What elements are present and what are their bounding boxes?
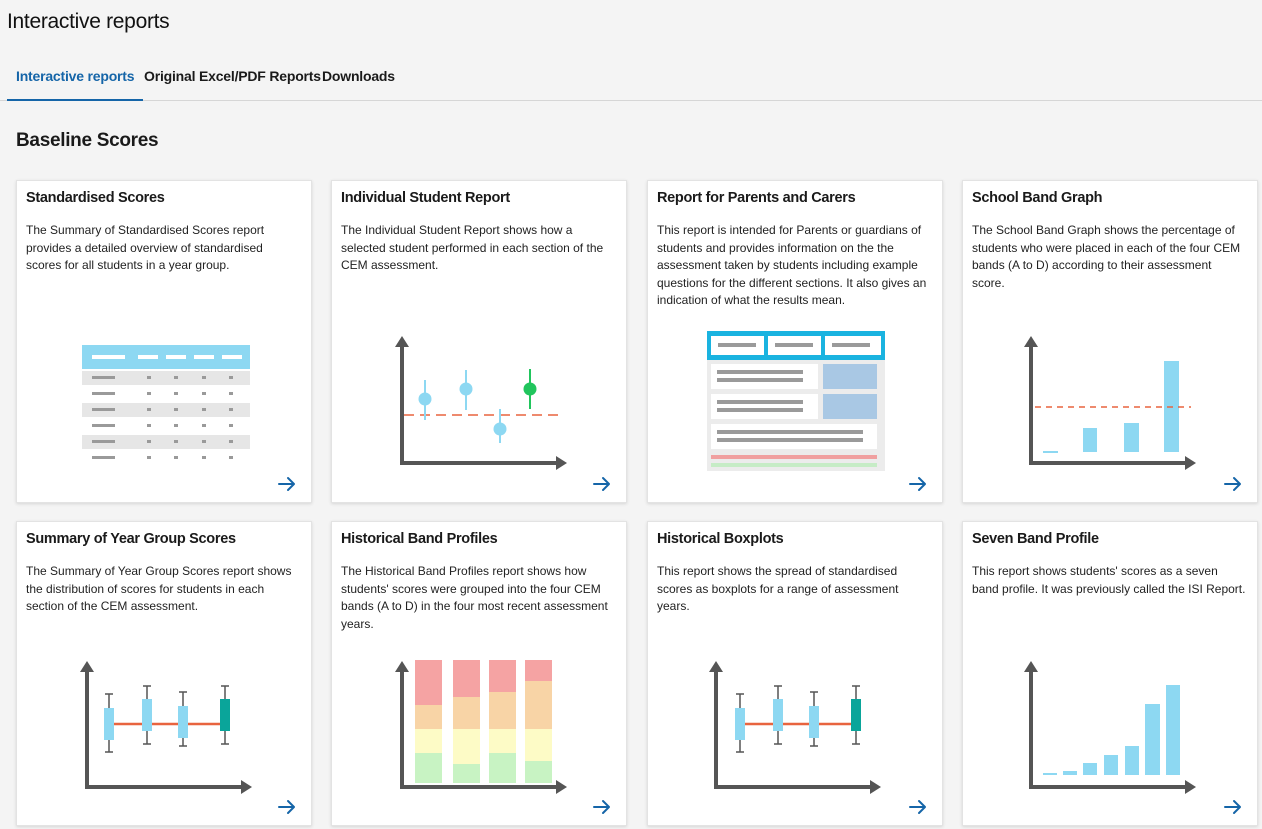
card-title: Historical Boxplots <box>657 531 784 547</box>
card-description: The Individual Student Report shows how … <box>341 223 604 272</box>
boxplot-illustration <box>709 661 881 794</box>
arrow-right-icon[interactable] <box>277 474 297 494</box>
card-title: Seven Band Profile <box>972 531 1099 547</box>
band-bar-illustration <box>1024 336 1196 470</box>
report-card-historical-band-profiles[interactable]: Historical Band Profiles The Historical … <box>331 521 627 826</box>
document-illustration <box>707 331 885 471</box>
report-card-report-for-parents-and-carers[interactable]: Report for Parents and Carers This repor… <box>647 180 943 503</box>
card-title: School Band Graph <box>972 190 1103 206</box>
arrow-right-icon[interactable] <box>277 797 297 817</box>
student-chart-illustration <box>395 336 567 470</box>
card-title: Standardised Scores <box>26 190 165 206</box>
tab-bar: Interactive reports Original Excel/PDF R… <box>0 60 1262 101</box>
tab-downloads[interactable]: Downloads <box>322 60 395 99</box>
report-card-individual-student-report[interactable]: Individual Student Report The Individual… <box>331 180 627 503</box>
report-card-seven-band-profile[interactable]: Seven Band Profile This report shows stu… <box>962 521 1258 826</box>
stacked-bar-illustration <box>395 660 567 794</box>
arrow-right-icon[interactable] <box>592 797 612 817</box>
card-description: This report is intended for Parents or g… <box>657 223 927 307</box>
card-description: This report shows the spread of standard… <box>657 564 899 613</box>
card-description: The Summary of Year Group Scores report … <box>26 564 292 613</box>
report-card-summary-of-year-group-scores[interactable]: Summary of Year Group Scores The Summary… <box>16 521 312 826</box>
card-title: Historical Band Profiles <box>341 531 498 547</box>
tab-interactive-reports[interactable]: Interactive reports <box>7 60 144 101</box>
report-card-school-band-graph[interactable]: School Band Graph The School Band Graph … <box>962 180 1258 503</box>
seven-band-illustration <box>1024 661 1196 794</box>
report-card-historical-boxplots[interactable]: Historical Boxplots This report shows th… <box>647 521 943 826</box>
card-description: The School Band Graph shows the percenta… <box>972 223 1241 290</box>
arrow-right-icon[interactable] <box>1223 474 1243 494</box>
boxplot-illustration <box>80 661 252 794</box>
report-card-standardised-scores[interactable]: Standardised Scores The Summary of Stand… <box>16 180 312 503</box>
arrow-right-icon[interactable] <box>908 474 928 494</box>
arrow-right-icon[interactable] <box>1223 797 1243 817</box>
card-title: Summary of Year Group Scores <box>26 531 236 547</box>
arrow-right-icon[interactable] <box>908 797 928 817</box>
card-description: This report shows students' scores as a … <box>972 564 1246 596</box>
card-description: The Summary of Standardised Scores repor… <box>26 223 265 272</box>
arrow-right-icon[interactable] <box>592 474 612 494</box>
tab-original-excel-pdf-reports[interactable]: Original Excel/PDF Reports <box>144 60 321 99</box>
card-title: Report for Parents and Carers <box>657 190 856 206</box>
table-illustration <box>82 345 250 459</box>
card-description: The Historical Band Profiles report show… <box>341 564 608 631</box>
page-title: Interactive reports <box>7 10 170 33</box>
card-title: Individual Student Report <box>341 190 510 206</box>
section-title: Baseline Scores <box>16 130 159 151</box>
